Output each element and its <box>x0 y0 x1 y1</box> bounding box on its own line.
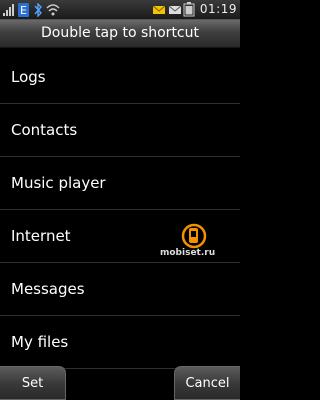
shortcut-list: Logs Contacts Music player Internet Mess… <box>0 51 240 369</box>
e-network-icon: E <box>18 2 29 21</box>
list-item-label: Internet <box>11 227 71 245</box>
list-item-label: My files <box>11 333 69 351</box>
list-item-label: Music player <box>11 174 106 192</box>
list-item-label: Contacts <box>11 121 78 139</box>
list-item-messages[interactable]: Messages <box>0 263 240 316</box>
clock: 01:19 <box>199 2 237 16</box>
list-item-logs[interactable]: Logs <box>0 51 240 104</box>
watermark-text: mobiset.ru <box>160 248 216 258</box>
list-item-label: Logs <box>11 68 46 86</box>
status-bar: E 01:19 <box>0 0 240 20</box>
message-icon <box>152 2 166 21</box>
page-title: Double tap to shortcut <box>40 25 199 41</box>
signal-icon <box>3 2 15 21</box>
battery-icon <box>183 2 195 21</box>
cancel-button-label: Cancel <box>185 375 230 391</box>
title-bar: Double tap to shortcut <box>0 20 240 48</box>
cancel-button[interactable]: Cancel <box>174 366 240 400</box>
set-button-label: Set <box>21 375 44 391</box>
set-button[interactable]: Set <box>0 366 66 400</box>
mail-icon <box>168 2 182 21</box>
list-item-label: Messages <box>11 280 85 298</box>
wifi-icon <box>46 2 60 21</box>
list-item-my-files[interactable]: My files <box>0 316 240 369</box>
bluetooth-icon <box>33 2 43 21</box>
svg-text:E: E <box>20 4 27 17</box>
list-item-music-player[interactable]: Music player <box>0 157 240 210</box>
list-item-contacts[interactable]: Contacts <box>0 104 240 157</box>
